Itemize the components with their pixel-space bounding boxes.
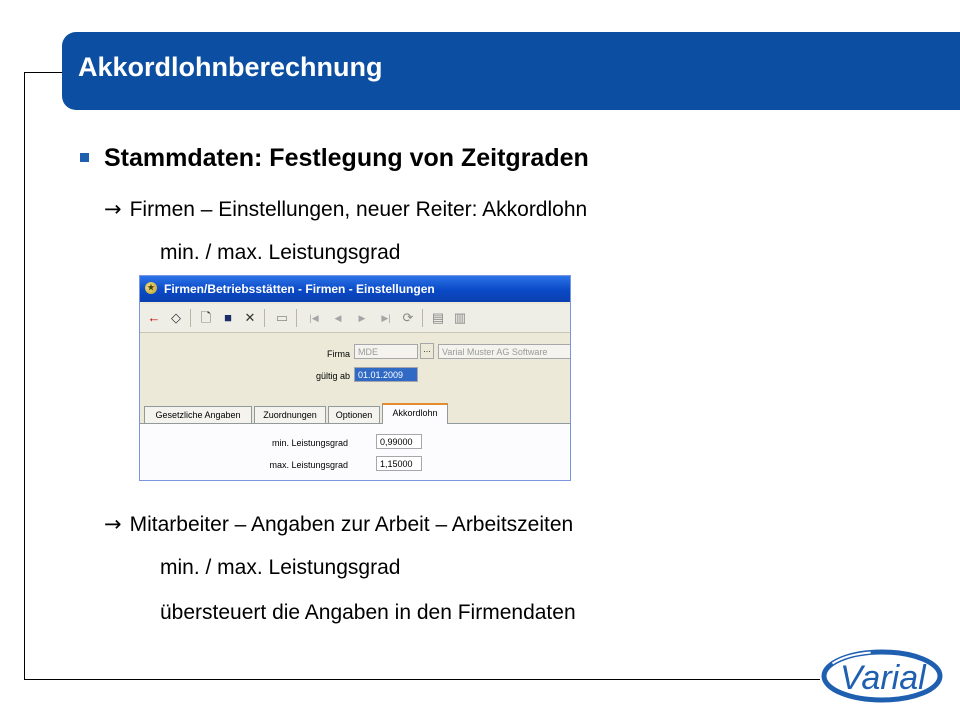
arrow-right-icon: → — [104, 512, 122, 536]
section-heading: Stammdaten: Festlegung von Zeitgraden — [104, 144, 589, 172]
arrow-right-icon: → — [104, 197, 122, 221]
akkordlohn-panel: min. Leistungsgrad 0,99000 max. Leistung… — [140, 424, 570, 480]
text-mitarbeiter: Mitarbeiter – Angaben zur Arbeit – Arbei… — [129, 513, 574, 536]
min-leistungsgrad-label: min. Leistungsgrad — [271, 438, 348, 448]
window-title: Firmen/Betriebsstätten - Firmen - Einste… — [164, 282, 435, 296]
tab-zuordnungen[interactable]: Zuordnungen — [254, 406, 326, 423]
back-arrow-icon[interactable]: ← — [144, 308, 164, 328]
settings-window-screenshot: ★ Firmen/Betriebsstätten - Firmen - Eins… — [139, 275, 571, 481]
delete-icon[interactable]: ✕ — [240, 308, 260, 328]
tab-optionen[interactable]: Optionen — [328, 406, 380, 423]
new-document-icon[interactable]: 🗋 — [196, 308, 216, 328]
min-leistungsgrad-field[interactable]: 0,99000 — [376, 434, 422, 449]
max-leistungsgrad-field[interactable]: 1,15000 — [376, 456, 422, 471]
slide-title: Akkordlohnberechnung — [78, 52, 383, 82]
last-record-icon[interactable]: ▶| — [376, 308, 396, 328]
window-titlebar: ★ Firmen/Betriebsstätten - Firmen - Eins… — [140, 276, 570, 302]
print-icon[interactable]: ▭ — [272, 308, 292, 328]
frame-line-bottom — [24, 679, 820, 680]
toolbar: ← ◇ 🗋 ■ ✕ ▭ |◀ ◀ ▶ ▶| ⟳ ▤ ▥ — [140, 304, 570, 333]
eraser-icon[interactable]: ◇ — [166, 308, 186, 328]
frame-line-left — [24, 72, 25, 680]
max-leistungsgrad-label: max. Leistungsgrad — [269, 460, 348, 470]
gueltig-ab-field[interactable]: 01.01.2009 — [354, 367, 418, 382]
print-setup-icon[interactable]: ▥ — [450, 308, 470, 328]
text-leistungsgrad-1: min. / max. Leistungsgrad — [160, 241, 401, 264]
gueltig-ab-label: gültig ab — [315, 371, 350, 381]
tab-strip: Gesetzliche Angaben Zuordnungen Optionen… — [140, 403, 570, 424]
text-uebersteuert: übersteuert die Angaben in den Firmendat… — [160, 601, 576, 624]
save-icon[interactable]: ■ — [218, 308, 238, 328]
text-line-mitarbeiter: → Mitarbeiter – Angaben zur Arbeit – Arbe… — [104, 512, 573, 537]
tab-akkordlohn[interactable]: Akkordlohn — [382, 403, 448, 424]
square-bullet-icon — [80, 153, 89, 162]
firma-field[interactable]: MDE — [354, 344, 418, 359]
toolbar-separator — [422, 309, 423, 327]
toolbar-separator — [190, 309, 191, 327]
next-record-icon[interactable]: ▶ — [352, 308, 372, 328]
firma-name-field[interactable]: Varial Muster AG Software — [438, 344, 570, 359]
text-firmen: Firmen – Einstellungen, neuer Reiter: Ak… — [129, 198, 588, 221]
frame-line-top — [24, 72, 64, 73]
refresh-icon[interactable]: ⟳ — [398, 308, 418, 328]
toolbar-separator — [296, 309, 297, 327]
print-preview-icon[interactable]: ▤ — [428, 308, 448, 328]
text-leistungsgrad-2: min. / max. Leistungsgrad — [160, 556, 401, 579]
text-line-firmen: → Firmen – Einstellungen, neuer Reiter: A… — [104, 197, 587, 222]
app-icon: ★ — [145, 282, 157, 294]
first-record-icon[interactable]: |◀ — [304, 308, 324, 328]
previous-record-icon[interactable]: ◀ — [328, 308, 348, 328]
logo-text: Varial — [840, 659, 927, 697]
firma-label: Firma — [327, 349, 350, 359]
varial-logo: Varial — [821, 649, 943, 703]
lookup-button[interactable]: … — [420, 343, 434, 359]
tab-gesetzliche-angaben[interactable]: Gesetzliche Angaben — [144, 406, 252, 423]
toolbar-separator — [264, 309, 265, 327]
